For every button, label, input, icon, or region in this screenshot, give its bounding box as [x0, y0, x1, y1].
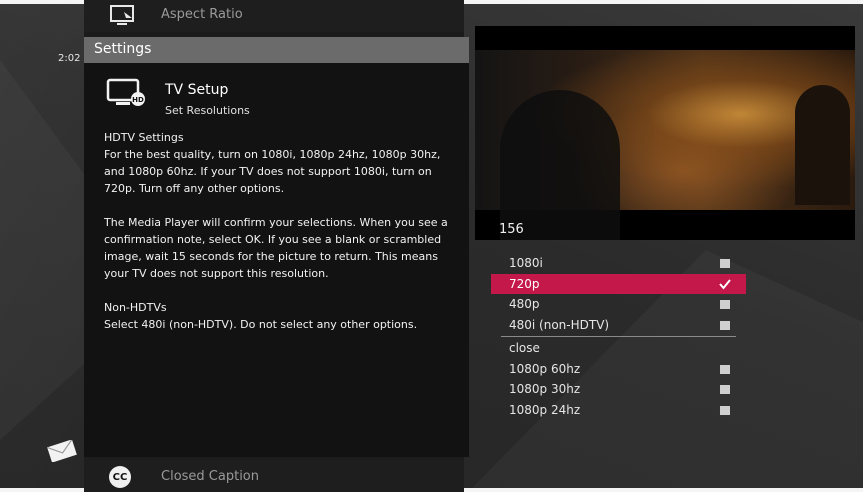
checkbox[interactable]: [720, 405, 730, 415]
tv-setup-icon: HD: [106, 78, 145, 106]
non-hdtv-text: Select 480i (non-HDTV). Do not select an…: [104, 318, 418, 331]
hdtv-text: For the best quality, turn on 1080i, 108…: [104, 148, 441, 195]
setup-title: TV Setup: [165, 82, 229, 98]
video-frame: [475, 50, 855, 240]
setup-subtitle: Set Resolutions: [165, 104, 250, 117]
resolution-label: 1080p 60hz: [509, 361, 581, 376]
resolution-option-1080p-24hz[interactable]: 1080p 24hz: [491, 400, 746, 421]
video-figure: [500, 90, 620, 240]
resolution-option-1080p-30hz[interactable]: 1080p 30hz: [491, 379, 746, 400]
mail-icon[interactable]: [46, 440, 78, 462]
resolution-option-480i[interactable]: 480i (non-HDTV): [491, 315, 746, 336]
resolution-option-1080p-60hz[interactable]: 1080p 60hz: [491, 359, 746, 380]
menu-item-label: Closed Caption: [161, 469, 259, 484]
resolution-label: 1080p 30hz: [509, 382, 581, 396]
settings-panel: Settings HD TV Setup Set Resolutions HDT…: [84, 37, 469, 457]
checkbox[interactable]: [720, 259, 730, 268]
video-preview: 156: [475, 26, 855, 240]
non-hdtv-section: Non-HDTVs Select 480i (non-HDTV). Do not…: [104, 299, 449, 333]
resolution-label: 720p: [509, 276, 540, 291]
close-label: close: [509, 341, 540, 355]
video-figure: [795, 85, 850, 205]
resolution-label: 480p: [509, 297, 540, 311]
checkbox[interactable]: [720, 385, 730, 394]
checkbox[interactable]: [720, 364, 730, 374]
checkmark-icon[interactable]: [718, 277, 732, 291]
confirm-text: The Media Player will confirm your selec…: [104, 216, 448, 280]
channel-number: 156: [499, 222, 524, 237]
resolution-option-480p[interactable]: 480p: [491, 294, 746, 315]
resolution-label: 1080i: [509, 256, 543, 270]
clock: 2:02: [58, 53, 81, 64]
menu-item-aspect-ratio[interactable]: Aspect Ratio: [84, 0, 464, 32]
page-title: Settings: [94, 41, 152, 57]
menu-item-closed-caption[interactable]: CC Closed Caption: [84, 458, 464, 492]
divider: [501, 336, 736, 337]
resolution-label: 480i (non-HDTV): [509, 317, 610, 332]
close-button[interactable]: close: [491, 338, 746, 359]
non-hdtv-heading: Non-HDTVs: [104, 301, 167, 314]
hdtv-heading: HDTV Settings: [104, 131, 184, 144]
resolution-option-1080i[interactable]: 1080i: [491, 253, 746, 274]
checkbox[interactable]: [720, 320, 730, 330]
svg-text:HD: HD: [132, 96, 144, 104]
menu-item-label: Aspect Ratio: [161, 7, 243, 22]
closed-caption-icon: CC: [109, 466, 131, 488]
resolution-label: 1080p 24hz: [509, 402, 581, 417]
confirm-section: The Media Player will confirm your selec…: [104, 214, 449, 282]
resolution-list: 1080i 720p 480p 480i (non-HDTV) close 10…: [491, 253, 746, 420]
checkbox[interactable]: [720, 300, 730, 309]
settings-header: Settings: [84, 37, 469, 63]
hdtv-section: HDTV Settings For the best quality, turn…: [104, 129, 449, 197]
resolution-option-720p[interactable]: 720p: [491, 273, 746, 294]
aspect-ratio-icon: [110, 5, 134, 25]
